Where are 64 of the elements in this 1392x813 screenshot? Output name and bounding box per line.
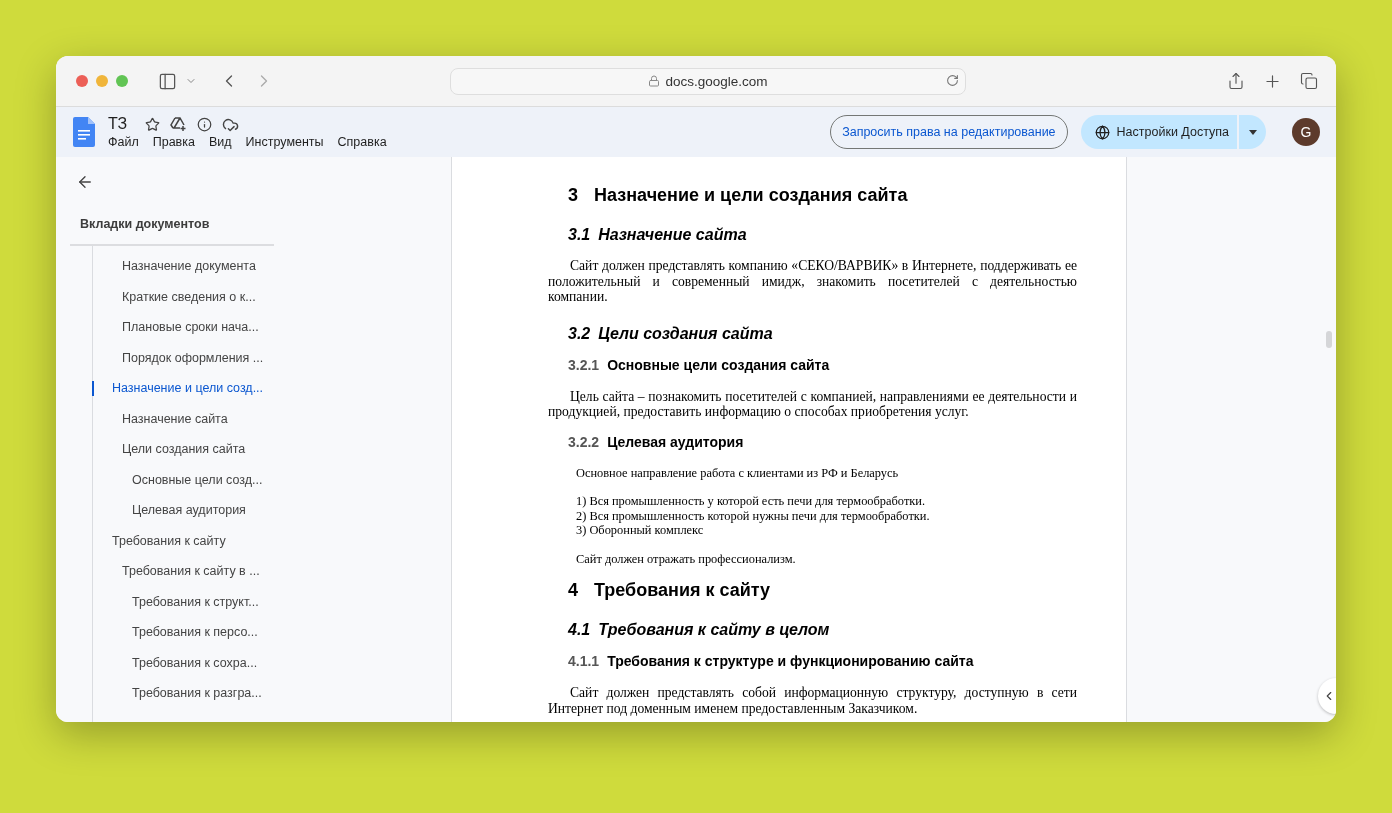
share-button[interactable]: Настройки Доступа [1080,115,1237,149]
outline-item[interactable]: Требования к разгра... [93,678,451,709]
outline-item[interactable]: Требования к сайту в ... [93,556,451,587]
heading-title: Целевая аудитория [607,433,744,450]
sidebar-heading: Вкладки документов [80,217,211,231]
info-icon[interactable] [197,116,213,132]
docs-icon [73,117,95,147]
address-bar[interactable]: docs.google.com [450,67,966,95]
outline-item[interactable]: Требования к структ... [93,586,451,617]
globe-icon [1094,124,1110,140]
heading-title: Требования к сайту в целом [598,621,830,639]
heading-number: 3.2.1 [568,356,600,373]
outline-item[interactable]: Цели создания сайта [93,434,451,465]
heading-number: 4 [568,580,578,601]
outline-item[interactable]: Назначение и цели созд... [93,373,451,404]
menu-item[interactable]: Вид [208,135,232,149]
menu-item[interactable]: Справка [337,135,387,149]
outline-item[interactable]: Назначение сайта [93,403,451,434]
list-line: 3) Оборонный комплекс [576,523,705,538]
outline-item[interactable]: Порядок оформления ... [93,342,451,373]
menu-item[interactable]: Правка [152,135,195,149]
reload-icon[interactable] [946,73,959,87]
outline-item[interactable]: Основные цели созд... [93,464,451,495]
paragraph: Цель сайта – познакомить посетителей с компанией, направлениями ее деятельности и продукцией, предоставить информацию о способах приобретения услуг. [548,388,1077,420]
heading-title: Требования к структуре и функционированию сайта [607,653,974,669]
menu-item[interactable]: Инструменты [245,135,324,149]
star-icon[interactable] [145,116,161,132]
outline-item[interactable]: Требования к сохра... [93,647,451,678]
heading-number: 4.1 [568,621,591,639]
outline-item[interactable]: Плановые сроки нача... [93,312,451,343]
heading-number: 3.1 [568,226,591,244]
document-title[interactable]: ТЗ [108,115,128,133]
outline-item[interactable]: Назначение документа [93,251,451,282]
heading-title: Назначение сайта [598,226,747,244]
heading-number: 4.1.1 [568,653,600,669]
heading-title: Цели создания сайта [598,324,773,343]
heading-title: Назначение и цели создания сайта [594,185,908,206]
scrollbar-thumb[interactable] [1326,331,1332,348]
avatar[interactable]: G [1292,118,1320,146]
menu-item[interactable]: Файл [108,135,139,149]
share-icon[interactable] [1227,72,1245,90]
paragraph: Сайт должен представлять собой информационную структуру, доступную в сети Интернет под доменным именем предоставленным Заказчиком. [548,685,1077,716]
share-dropdown-button[interactable] [1239,115,1266,149]
outline-item[interactable]: Требования к сайту [93,525,451,556]
heading-number: 3.2 [568,324,591,343]
close-button[interactable] [76,75,88,87]
heading-number: 3 [568,185,578,206]
heading-title: Основные цели создания сайта [607,356,830,373]
paragraph: Основное направление работа с клиентами из РФ и Беларусь [576,465,900,480]
back-arrow-icon[interactable] [76,173,94,191]
tabs-icon[interactable] [1300,72,1318,90]
heading-number: 3.2.2 [568,433,600,450]
lock-icon [648,75,661,87]
drive-add-icon[interactable] [170,116,188,132]
paragraph: Сайт должен отражать профессионализм. [576,551,797,566]
list-line: 2) Вся промышленность которой нужны печи для термообработки. [576,508,931,523]
list-line: 1) Вся промышленность у которой есть печи для термообработки. [576,494,927,509]
paragraph: Сайт должен представлять компанию «СЕКО/ВАРВИК» в Интернете, поддерживать ее положительный и современный имидж, знакомить посетителей с деятельностью компании. [548,258,1077,305]
outline-item[interactable]: Краткие сведения о к... [93,281,451,312]
outline-item[interactable]: Целевая аудитория [93,495,451,526]
heading-title: Требования к сайту [594,580,771,601]
sidebar-icon[interactable] [158,71,177,91]
caret-icon [1248,129,1257,135]
outline-item[interactable]: Требования к персо... [93,617,451,648]
